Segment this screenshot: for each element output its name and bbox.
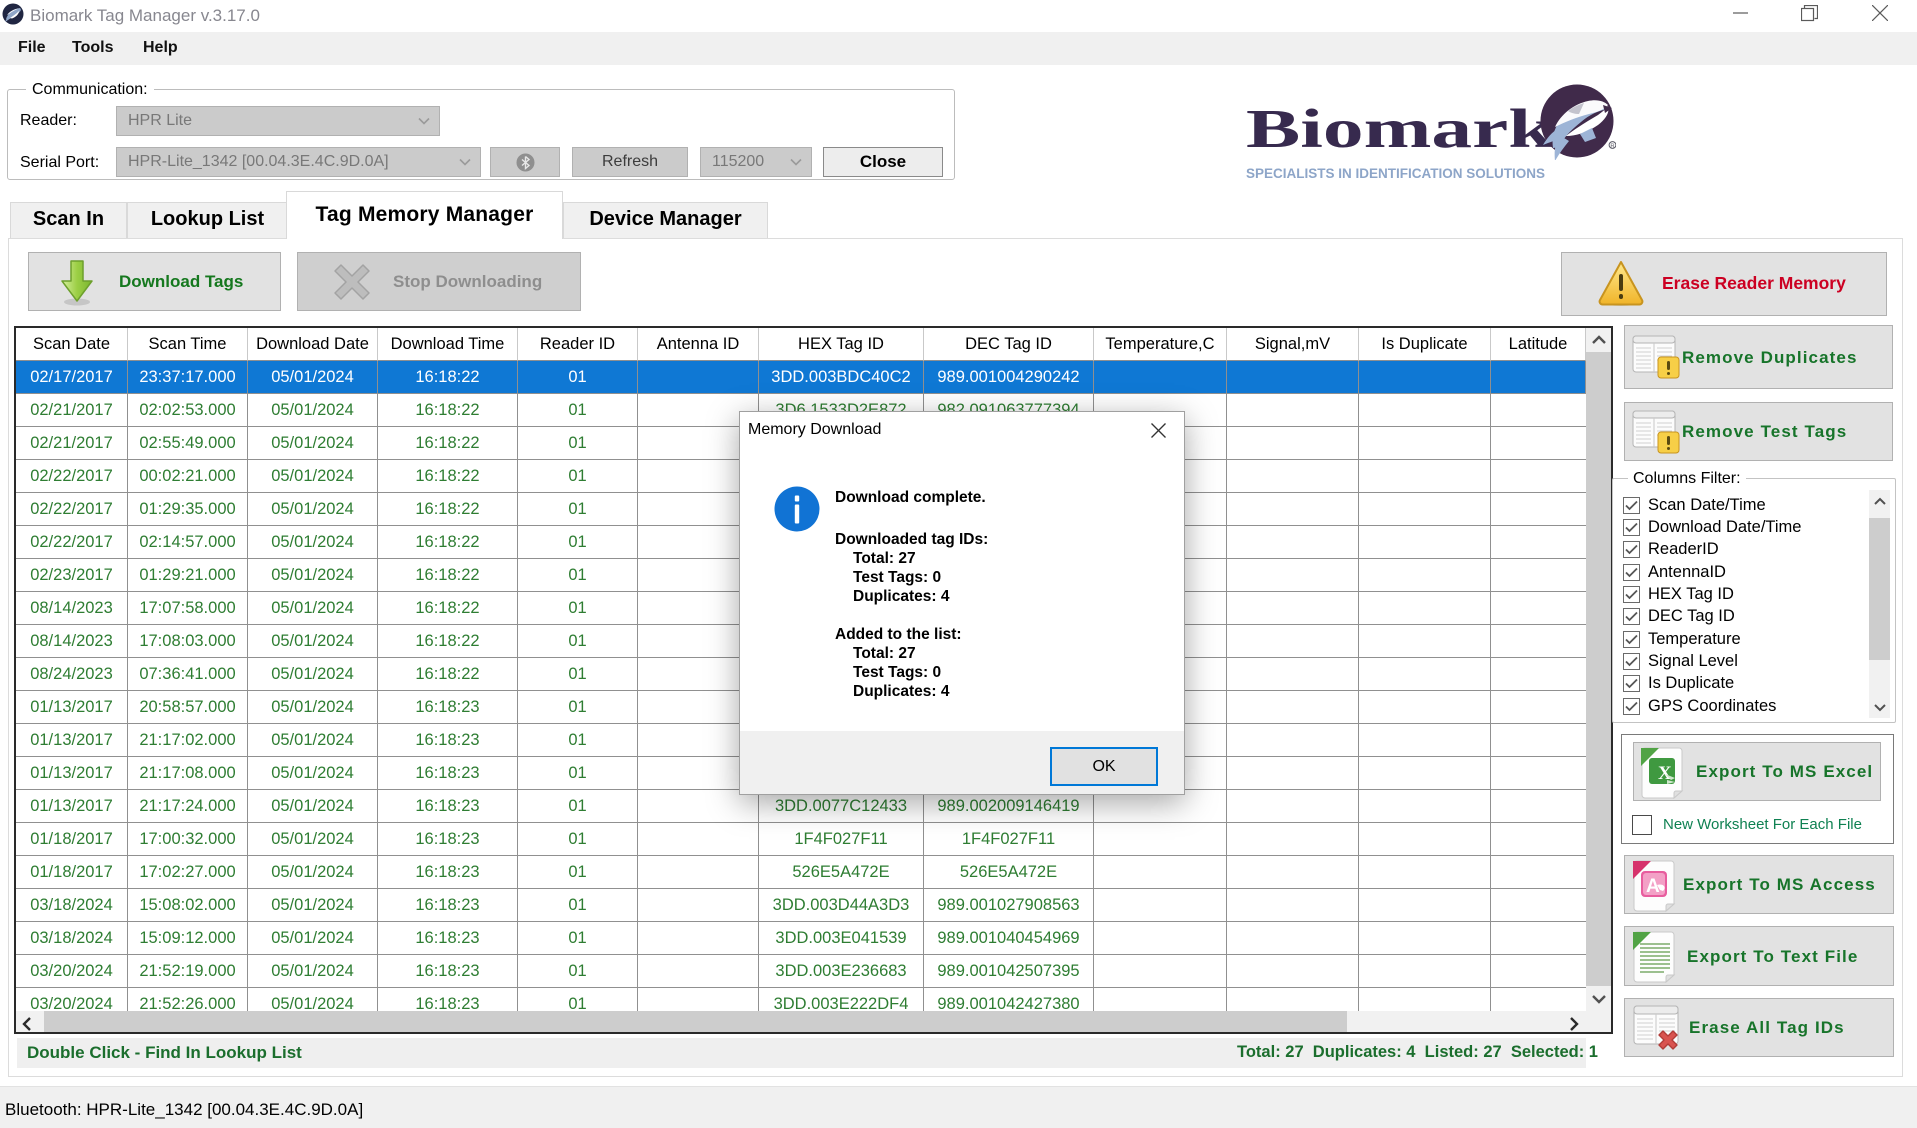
svg-text:R: R: [1610, 144, 1614, 150]
